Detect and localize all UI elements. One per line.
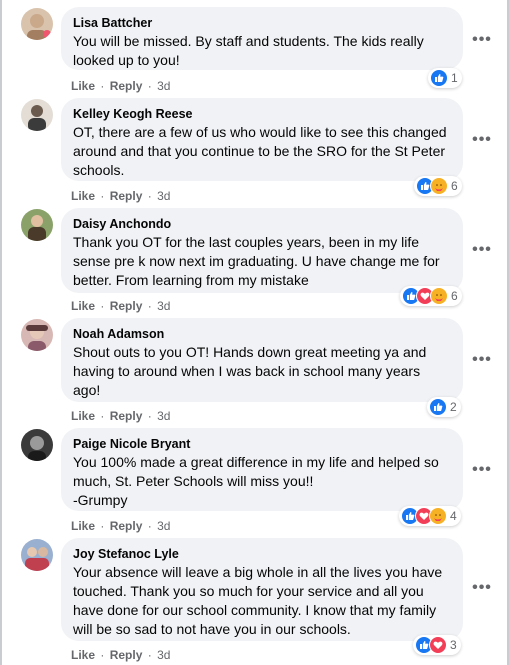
comment-actions: Like · Reply · 3d xyxy=(71,299,171,313)
avatar[interactable] xyxy=(21,8,53,40)
reaction-summary[interactable]: 1 xyxy=(428,68,462,88)
comment-bubble: Kelley Keogh Reese OT, there are a few o… xyxy=(61,98,463,181)
left-border xyxy=(0,0,2,665)
like-link[interactable]: Like xyxy=(71,79,95,93)
comment-bubble: Noah Adamson Shout outs to you OT! Hands… xyxy=(61,318,463,402)
more-options-icon[interactable]: ••• xyxy=(470,28,494,52)
comment-actions: Like · Reply · 3d xyxy=(71,648,171,662)
reaction-count: 3 xyxy=(450,638,457,652)
comment-text: Thank you OT for the last couples years,… xyxy=(73,234,440,288)
care-reaction-icon xyxy=(430,177,448,195)
comment-text: You will be missed. By staff and student… xyxy=(73,33,424,68)
comment-text: Your absence will leave a big whole in a… xyxy=(73,564,443,637)
like-link[interactable]: Like xyxy=(71,648,95,662)
comment-timestamp[interactable]: 3d xyxy=(157,189,170,203)
reaction-summary[interactable]: 6 xyxy=(414,176,462,196)
comment-timestamp[interactable]: 3d xyxy=(157,519,170,533)
reply-link[interactable]: Reply xyxy=(110,409,143,423)
comment-author[interactable]: Lisa Battcher xyxy=(73,15,451,31)
comment-timestamp[interactable]: 3d xyxy=(157,299,170,313)
comment-author[interactable]: Noah Adamson xyxy=(73,326,451,342)
reply-link[interactable]: Reply xyxy=(110,648,143,662)
reaction-summary[interactable]: 2 xyxy=(427,397,461,417)
like-link[interactable]: Like xyxy=(71,189,95,203)
comment-text: You 100% made a great difference in my l… xyxy=(73,454,439,508)
comment-actions: Like · Reply · 3d xyxy=(71,519,171,533)
reaction-count: 2 xyxy=(450,400,457,414)
reaction-count: 6 xyxy=(451,289,458,303)
reaction-count: 4 xyxy=(450,509,457,523)
comment-bubble: Daisy Anchondo Thank you OT for the last… xyxy=(61,208,463,293)
avatar[interactable] xyxy=(21,99,53,131)
avatar[interactable] xyxy=(21,209,53,241)
comment-timestamp[interactable]: 3d xyxy=(157,648,170,662)
more-options-icon[interactable]: ••• xyxy=(470,576,494,600)
more-options-icon[interactable]: ••• xyxy=(470,348,494,372)
comment-bubble: Joy Stefanoc Lyle Your absence will leav… xyxy=(61,538,463,641)
comment-text: OT, there are a few of us who would like… xyxy=(73,124,447,178)
comment-author[interactable]: Joy Stefanoc Lyle xyxy=(73,546,451,562)
like-reaction-icon xyxy=(429,398,447,416)
reaction-summary[interactable]: 6 xyxy=(400,286,462,306)
like-link[interactable]: Like xyxy=(71,519,95,533)
more-options-icon[interactable]: ••• xyxy=(470,128,494,152)
reaction-summary[interactable]: 4 xyxy=(399,506,461,526)
reaction-summary[interactable]: 3 xyxy=(413,635,461,655)
comment-author[interactable]: Paige Nicole Bryant xyxy=(73,436,451,452)
reply-link[interactable]: Reply xyxy=(110,299,143,313)
avatar[interactable] xyxy=(21,319,53,351)
reaction-count: 6 xyxy=(451,179,458,193)
reply-link[interactable]: Reply xyxy=(110,189,143,203)
comment-author[interactable]: Kelley Keogh Reese xyxy=(73,106,451,122)
comment-timestamp[interactable]: 3d xyxy=(157,409,170,423)
care-reaction-icon xyxy=(429,507,447,525)
avatar[interactable] xyxy=(21,429,53,461)
reaction-count: 1 xyxy=(451,71,458,85)
love-reaction-icon xyxy=(429,636,447,654)
comment-author[interactable]: Daisy Anchondo xyxy=(73,216,451,232)
comment-bubble: Paige Nicole Bryant You 100% made a grea… xyxy=(61,428,463,511)
comment-actions: Like · Reply · 3d xyxy=(71,189,171,203)
like-link[interactable]: Like xyxy=(71,299,95,313)
comment-text: Shout outs to you OT! Hands down great m… xyxy=(73,344,427,398)
reply-link[interactable]: Reply xyxy=(110,519,143,533)
comment-actions: Like · Reply · 3d xyxy=(71,79,171,93)
reply-link[interactable]: Reply xyxy=(110,79,143,93)
more-options-icon[interactable]: ••• xyxy=(470,458,494,482)
care-reaction-icon xyxy=(430,287,448,305)
comment-bubble: Lisa Battcher You will be missed. By sta… xyxy=(61,7,463,70)
avatar[interactable] xyxy=(21,539,53,571)
comment-actions: Like · Reply · 3d xyxy=(71,409,171,423)
more-options-icon[interactable]: ••• xyxy=(470,238,494,262)
comment-timestamp[interactable]: 3d xyxy=(157,79,170,93)
like-reaction-icon xyxy=(430,69,448,87)
like-link[interactable]: Like xyxy=(71,409,95,423)
